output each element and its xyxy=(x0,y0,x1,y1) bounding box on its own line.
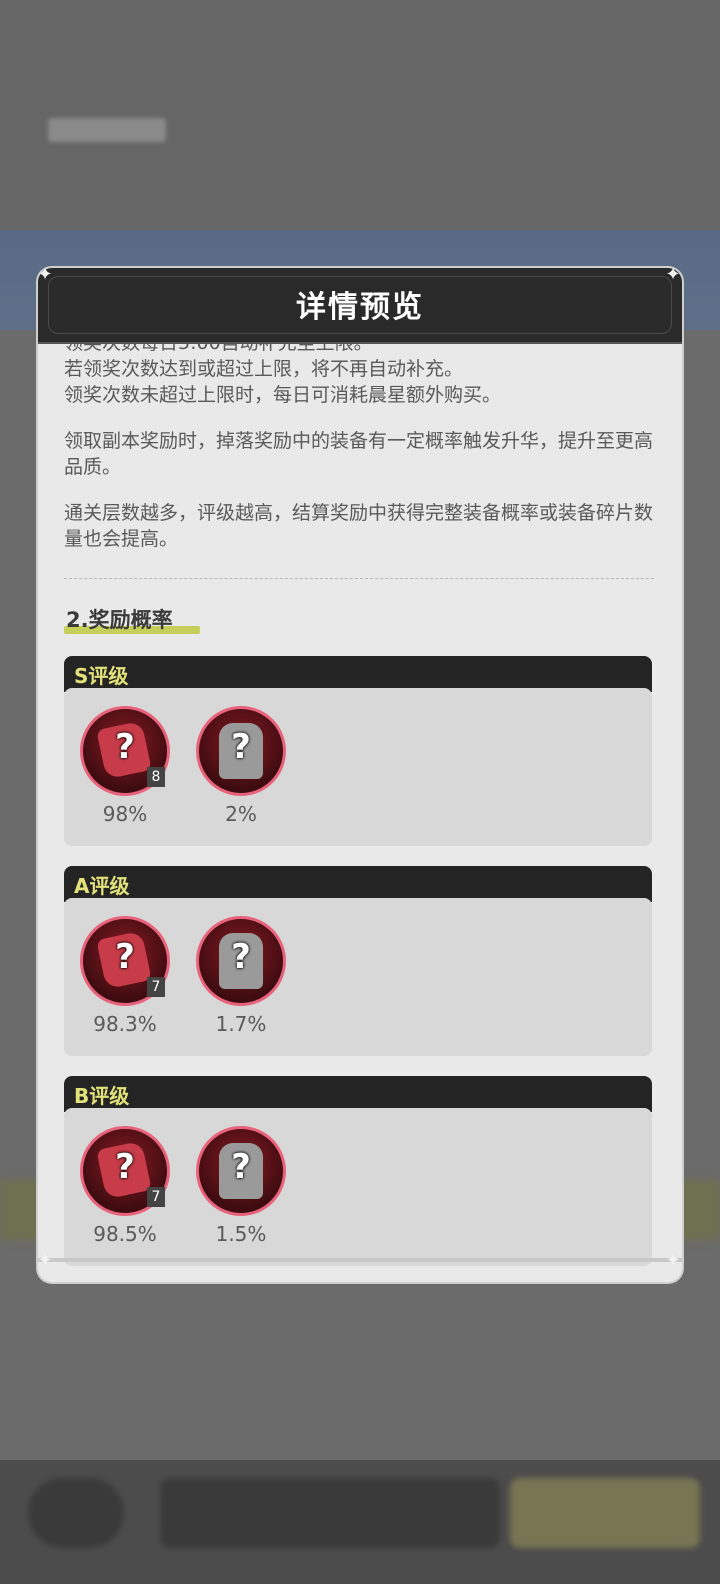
section-divider xyxy=(64,578,654,579)
corner-ornament-icon: ✦ xyxy=(37,1250,53,1271)
reward-item[interactable]: ? 8 98% xyxy=(80,706,170,826)
equipment-fragment-icon: ? 7 xyxy=(80,1126,170,1216)
corner-ornament-icon: ✦ xyxy=(665,264,681,285)
rank-label: A评级 xyxy=(74,874,130,898)
question-mark-icon: ? xyxy=(231,727,251,767)
question-mark-icon: ? xyxy=(231,1147,251,1187)
rank-rewards: ? 7 98.3% ? 1.7% xyxy=(64,898,652,1056)
item-count-badge: 7 xyxy=(147,1187,165,1207)
question-mark-icon: ? xyxy=(115,727,135,767)
equipment-fragment-icon: ? 7 xyxy=(80,916,170,1006)
item-count-badge: 7 xyxy=(147,977,165,997)
corner-ornament-icon: ✦ xyxy=(665,1250,681,1271)
rank-card-b: B评级 ? 7 98.5% ? 1.5% xyxy=(64,1076,652,1266)
background-button-left xyxy=(28,1478,124,1548)
rules-line: 领奖次数未超过上限时，每日可消耗晨星额外购买。 xyxy=(64,384,502,406)
mystery-equipment-icon: ? xyxy=(196,916,286,1006)
question-mark-icon: ? xyxy=(231,937,251,977)
rank-label: B评级 xyxy=(74,1084,130,1108)
section-title: 2.奖励概率 xyxy=(66,608,173,632)
rank-card-a: A评级 ? 7 98.3% ? 1.7% xyxy=(64,866,652,1056)
item-probability: 1.5% xyxy=(215,1222,267,1246)
item-count-badge: 8 xyxy=(147,767,165,787)
mystery-equipment-icon: ? xyxy=(196,706,286,796)
reward-item[interactable]: ? 1.7% xyxy=(196,916,286,1036)
mystery-equipment-icon: ? xyxy=(196,1126,286,1216)
reward-item[interactable]: ? 2% xyxy=(196,706,286,826)
rank-rewards: ? 7 98.5% ? 1.5% xyxy=(64,1108,652,1266)
rules-line: 领奖次数每日5:00自动补充至上限。 xyxy=(64,344,656,356)
detail-preview-dialog: 详情预览 领奖次数每日5:00自动补充至上限。 若领奖次数达到或超过上限，将不再… xyxy=(38,268,682,1282)
item-probability: 2% xyxy=(225,802,257,826)
corner-ornament-icon: ✦ xyxy=(37,264,53,285)
rank-header: B评级 xyxy=(64,1076,652,1112)
reward-item[interactable]: ? 7 98.3% xyxy=(80,916,170,1036)
question-mark-icon: ? xyxy=(115,1147,135,1187)
equipment-fragment-icon: ? 8 xyxy=(80,706,170,796)
question-mark-icon: ? xyxy=(115,937,135,977)
background-title-blur xyxy=(48,118,166,142)
rank-rewards: ? 8 98% ? 2% xyxy=(64,688,652,846)
item-probability: 1.7% xyxy=(215,1012,267,1036)
dialog-header: 详情预览 xyxy=(38,268,682,344)
rank-label: S评级 xyxy=(74,664,129,688)
rules-line: 若领奖次数达到或超过上限，将不再自动补充。 xyxy=(64,358,464,380)
rules-paragraph-2: 领取副本奖励时，掉落奖励中的装备有一定概率触发升华，提升至更高品质。 xyxy=(64,430,654,478)
rank-header: S评级 xyxy=(64,656,652,692)
reward-item[interactable]: ? 7 98.5% xyxy=(80,1126,170,1246)
reward-item[interactable]: ? 1.5% xyxy=(196,1126,286,1246)
rules-paragraph-3: 通关层数越多，评级越高，结算奖励中获得完整装备概率或装备碎片数量也会提高。 xyxy=(64,502,654,550)
dialog-scroll-content[interactable]: 领奖次数每日5:00自动补充至上限。 若领奖次数达到或超过上限，将不再自动补充。… xyxy=(64,344,656,1268)
item-probability: 98% xyxy=(102,802,148,826)
dialog-bottom-edge xyxy=(38,1258,682,1262)
dialog-title: 详情预览 xyxy=(296,290,424,325)
rank-card-s: S评级 ? 8 98% ? 2% xyxy=(64,656,652,846)
rank-header: A评级 xyxy=(64,866,652,902)
background-button-right xyxy=(510,1478,700,1548)
item-probability: 98.3% xyxy=(93,1012,157,1036)
item-probability: 98.5% xyxy=(93,1222,157,1246)
background-button-middle xyxy=(160,1478,500,1548)
rules-paragraph-1: 领奖次数每日5:00自动补充至上限。 若领奖次数达到或超过上限，将不再自动补充。… xyxy=(64,344,656,408)
